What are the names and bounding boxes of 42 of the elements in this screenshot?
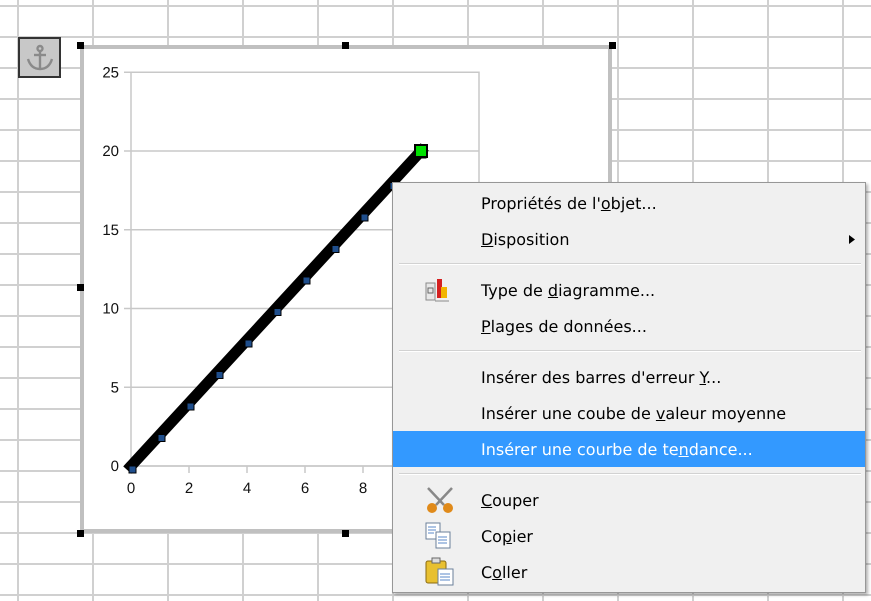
y-tick-label: 5 — [110, 379, 119, 396]
menu-item[interactable]: Plages de données... — [393, 308, 865, 344]
data-point — [186, 402, 194, 410]
y-tick-label: 25 — [102, 64, 119, 82]
data-point — [332, 245, 340, 253]
menu-item[interactable]: Propriétés de l'objet... — [393, 185, 865, 221]
scissors-icon — [425, 485, 455, 515]
x-tick-label: 2 — [184, 480, 194, 497]
menu-item[interactable]: Coller — [393, 554, 865, 590]
data-point — [216, 371, 224, 379]
x-tick-label: 4 — [242, 480, 252, 497]
resize-handle[interactable] — [342, 530, 349, 537]
resize-handle[interactable] — [609, 42, 616, 49]
x-tick-label: 0 — [126, 480, 136, 497]
resize-handle[interactable] — [77, 284, 84, 291]
data-point — [244, 340, 252, 348]
anchor-icon — [24, 44, 54, 72]
selection-handle[interactable] — [414, 144, 428, 158]
menu-item[interactable]: Disposition — [393, 221, 865, 257]
y-tick-label: 0 — [110, 458, 119, 475]
y-tick-label: 10 — [102, 300, 119, 318]
menu-item[interactable]: Insérer une coube de valeur moyenne — [393, 395, 865, 431]
data-point — [158, 434, 166, 442]
x-tick-label: 8 — [358, 480, 368, 497]
menu-item[interactable]: Copier — [393, 518, 865, 554]
resize-handle[interactable] — [77, 42, 84, 49]
copy-icon — [425, 522, 453, 550]
data-point — [274, 308, 282, 316]
chart-type-icon — [425, 277, 451, 303]
anchor-button[interactable] — [18, 37, 61, 78]
resize-handle[interactable] — [77, 530, 84, 537]
resize-handle[interactable] — [342, 42, 349, 49]
data-point — [302, 276, 310, 284]
x-tick-label: 6 — [300, 480, 310, 497]
paste-icon — [425, 557, 455, 587]
data-point — [360, 214, 368, 222]
menu-item[interactable]: Insérer des barres d'erreur Y... — [393, 359, 865, 395]
y-tick-label: 15 — [102, 222, 119, 239]
menu-item[interactable]: Type de diagramme... — [393, 272, 865, 308]
data-point — [128, 466, 136, 474]
menu-item[interactable]: Couper — [393, 482, 865, 518]
y-tick-label: 20 — [102, 143, 119, 160]
